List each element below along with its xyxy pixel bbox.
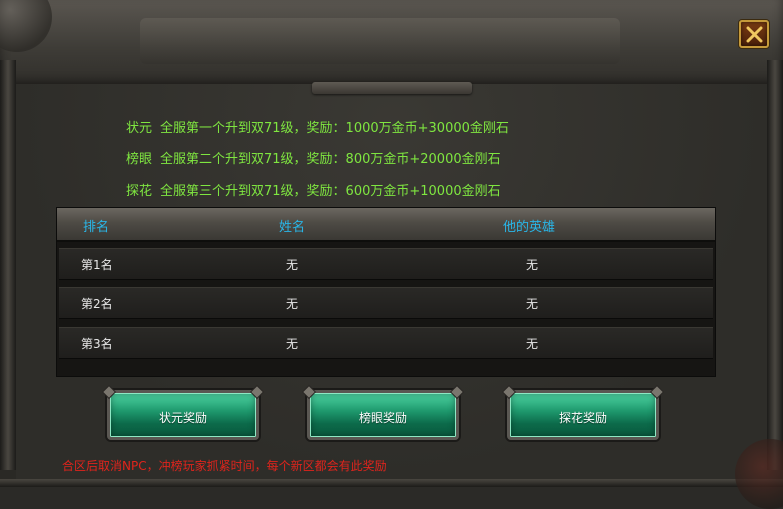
reward-line-tanhua: 探花 全服第三个升到双71级，奖励：600万金币+10000金刚石 (126, 180, 501, 199)
zhuangyuan-reward-button[interactable]: 状元奖励 (107, 390, 259, 440)
reward-line-zhuangyuan: 状元 全服第一个升到双71级，奖励：1000万金币+30000金刚石 (126, 117, 509, 136)
cell-hero: 无 (526, 258, 539, 272)
cell-name: 无 (286, 297, 299, 311)
ranking-table: 排名 姓名 他的英雄 第1名 无 无 第2名 无 无 第3名 无 无 (56, 207, 716, 377)
cell-rank: 第3名 (81, 337, 113, 351)
table-row: 第1名 无 无 (59, 248, 713, 280)
bangyan-reward-label: 榜眼奖励 (358, 411, 407, 425)
header-hero: 他的英雄 (503, 220, 556, 235)
header-ornament (140, 18, 620, 64)
cell-name: 无 (286, 337, 299, 351)
panel-header-band (0, 0, 783, 88)
table-row: 第3名 无 无 (59, 327, 713, 359)
reward-line-bangyan: 榜眼 全服第二个升到双71级，奖励：800万金币+20000金刚石 (126, 148, 501, 167)
title-plate (312, 82, 472, 94)
ranking-table-header: 排名 姓名 他的英雄 (57, 208, 715, 242)
bangyan-reward-button[interactable]: 榜眼奖励 (307, 390, 459, 440)
game-panel: 状元 全服第一个升到双71级，奖励：1000万金币+30000金刚石 榜眼 全服第二… (0, 0, 783, 509)
reward-rank: 探花 (126, 184, 153, 199)
close-button[interactable] (739, 20, 769, 48)
right-border (767, 60, 783, 470)
header-name: 姓名 (279, 220, 306, 235)
reward-rank: 榜眼 (126, 152, 153, 167)
cell-hero: 无 (526, 337, 539, 351)
left-border (0, 60, 16, 470)
close-x-icon (746, 26, 763, 43)
tanhua-reward-label: 探花奖励 (558, 411, 607, 425)
bottom-border (0, 479, 783, 487)
reward-rank: 状元 (126, 121, 153, 136)
reward-desc: 全服第二个升到双71级，奖励：800万金币+20000金刚石 (160, 152, 501, 167)
reward-desc: 全服第一个升到双71级，奖励：1000万金币+30000金刚石 (160, 121, 509, 136)
header-rank: 排名 (83, 220, 110, 235)
cell-name: 无 (286, 258, 299, 272)
cell-rank: 第2名 (81, 297, 113, 311)
footer-note: 合区后取消NPC，冲榜玩家抓紧时间，每个新区都会有此奖励 (62, 459, 387, 473)
zhuangyuan-reward-label: 状元奖励 (158, 411, 207, 425)
table-row: 第2名 无 无 (59, 287, 713, 319)
tanhua-reward-button[interactable]: 探花奖励 (507, 390, 659, 440)
cell-hero: 无 (526, 297, 539, 311)
cell-rank: 第1名 (81, 258, 113, 272)
reward-desc: 全服第三个升到双71级，奖励：600万金币+10000金刚石 (160, 184, 501, 199)
